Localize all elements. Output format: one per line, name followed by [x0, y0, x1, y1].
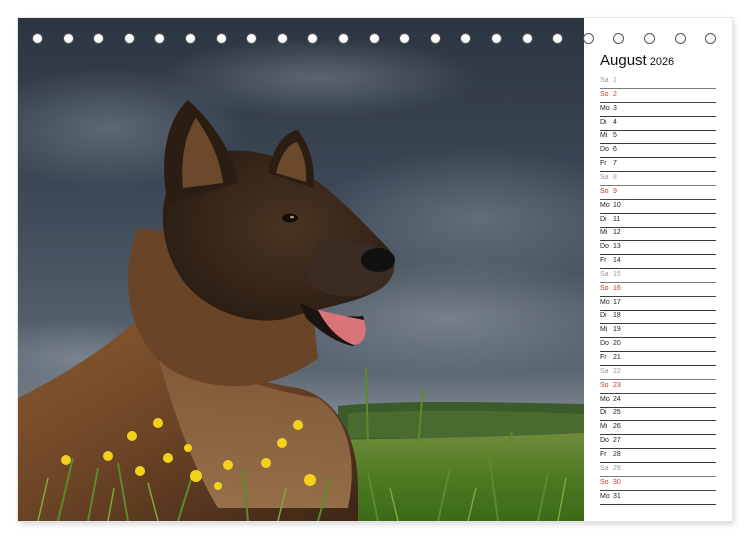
day-row: Sa 15: [600, 269, 716, 283]
day-of-week-label: Do: [600, 340, 609, 348]
day-of-week-label: Sa: [600, 77, 609, 84]
day-of-week-label: Mo: [600, 201, 610, 209]
day-number: 1: [613, 77, 617, 84]
calendar-photo: [18, 18, 584, 521]
day-row: Di 25: [600, 407, 716, 422]
day-row: Di 11: [600, 214, 716, 228]
day-row: Do 13: [600, 241, 716, 256]
day-of-week-label: So: [600, 284, 609, 292]
day-number: 6: [613, 146, 617, 154]
day-number: 5: [613, 132, 617, 140]
day-row: Di 4: [600, 117, 716, 131]
day-of-week-label: Di: [600, 118, 607, 126]
day-number: 23: [613, 381, 621, 389]
day-row: Fr 21: [600, 352, 716, 366]
day-of-week-label: Mo: [600, 104, 610, 112]
day-row: So 2: [600, 89, 716, 103]
day-row: Mo 24: [600, 394, 716, 408]
day-of-week-label: Do: [600, 243, 609, 251]
day-of-week-label: Fr: [600, 160, 607, 168]
day-row: Sa 8: [600, 172, 716, 186]
day-number: 27: [613, 437, 621, 445]
day-of-week-label: Di: [600, 215, 607, 223]
day-of-week-label: Sa: [600, 173, 609, 181]
day-number: 16: [613, 284, 621, 292]
day-of-week-label: So: [600, 478, 609, 486]
day-of-week-label: Mi: [600, 326, 608, 334]
day-row: So 30: [600, 477, 716, 491]
day-number: 9: [613, 187, 617, 195]
day-number: 2: [613, 90, 617, 98]
day-of-week-label: Fr: [600, 450, 607, 458]
day-row: Mi 12: [600, 227, 716, 242]
day-row: Do 6: [600, 144, 716, 159]
day-row: Mo 3: [600, 103, 716, 117]
day-of-week-label: So: [600, 90, 609, 98]
day-number: 22: [613, 367, 621, 375]
day-number: 20: [613, 340, 621, 348]
day-row: So 9: [600, 186, 716, 200]
day-number: 28: [613, 450, 621, 458]
day-row: So 23: [600, 380, 716, 394]
day-of-week-label: Di: [600, 409, 607, 417]
day-of-week-label: Mi: [600, 229, 608, 237]
day-row: Fr 28: [600, 449, 716, 463]
day-of-week-label: Do: [600, 146, 609, 154]
day-of-week-label: Di: [600, 312, 607, 320]
day-row: Sa 1: [600, 75, 716, 89]
day-number: 15: [613, 270, 621, 278]
day-of-week-label: Sa: [600, 367, 609, 375]
day-row: Mo 10: [600, 200, 716, 214]
day-row: Do 27: [600, 435, 716, 450]
day-number: 31: [613, 492, 621, 500]
day-number: 14: [613, 257, 621, 265]
day-number: 12: [613, 229, 621, 237]
month-name: August: [600, 52, 647, 69]
day-row: Sa 29: [600, 463, 716, 477]
day-number: 21: [613, 354, 621, 361]
day-number: 18: [613, 312, 621, 320]
day-number: 30: [613, 478, 621, 486]
year-label: 2026: [649, 56, 675, 68]
day-number: 26: [613, 423, 621, 431]
day-row: Fr 14: [600, 255, 716, 270]
day-number: 13: [613, 243, 621, 251]
day-of-week-label: Fr: [600, 257, 607, 265]
day-row: So 16: [600, 283, 716, 297]
day-row: Mi 5: [600, 130, 716, 145]
month-header: August 2026: [600, 52, 674, 69]
day-of-week-label: Mi: [600, 423, 608, 431]
day-number: 4: [613, 118, 617, 126]
day-row: Mo 31: [600, 491, 716, 505]
day-of-week-label: So: [600, 381, 609, 389]
day-number: 11: [613, 215, 621, 223]
day-of-week-label: So: [600, 187, 609, 195]
day-number: 29: [613, 464, 621, 472]
day-number: 10: [613, 201, 621, 209]
day-of-week-label: Do: [600, 437, 609, 445]
day-row: Mi 19: [600, 324, 716, 339]
day-row: Fr 7: [600, 158, 716, 173]
day-of-week-label: Fr: [600, 354, 607, 361]
day-row: Do 20: [600, 338, 716, 353]
day-of-week-label: Sa: [600, 270, 609, 278]
day-row: Di 18: [600, 310, 716, 325]
day-of-week-label: Mo: [600, 298, 610, 306]
day-of-week-label: Sa: [600, 464, 609, 472]
day-number: 25: [613, 409, 621, 417]
day-number: 3: [613, 104, 617, 112]
day-row: Mo 17: [600, 297, 716, 311]
day-number: 19: [613, 326, 621, 334]
day-of-week-label: Mi: [600, 132, 608, 140]
day-number: 7: [613, 160, 617, 168]
day-of-week-label: Mo: [600, 395, 610, 403]
day-of-week-label: Mo: [600, 492, 610, 500]
day-number: 17: [613, 298, 621, 306]
day-row: Mi 26: [600, 421, 716, 436]
day-row: Sa 22: [600, 366, 716, 380]
day-number: 24: [613, 395, 621, 403]
day-number: 8: [613, 173, 617, 181]
